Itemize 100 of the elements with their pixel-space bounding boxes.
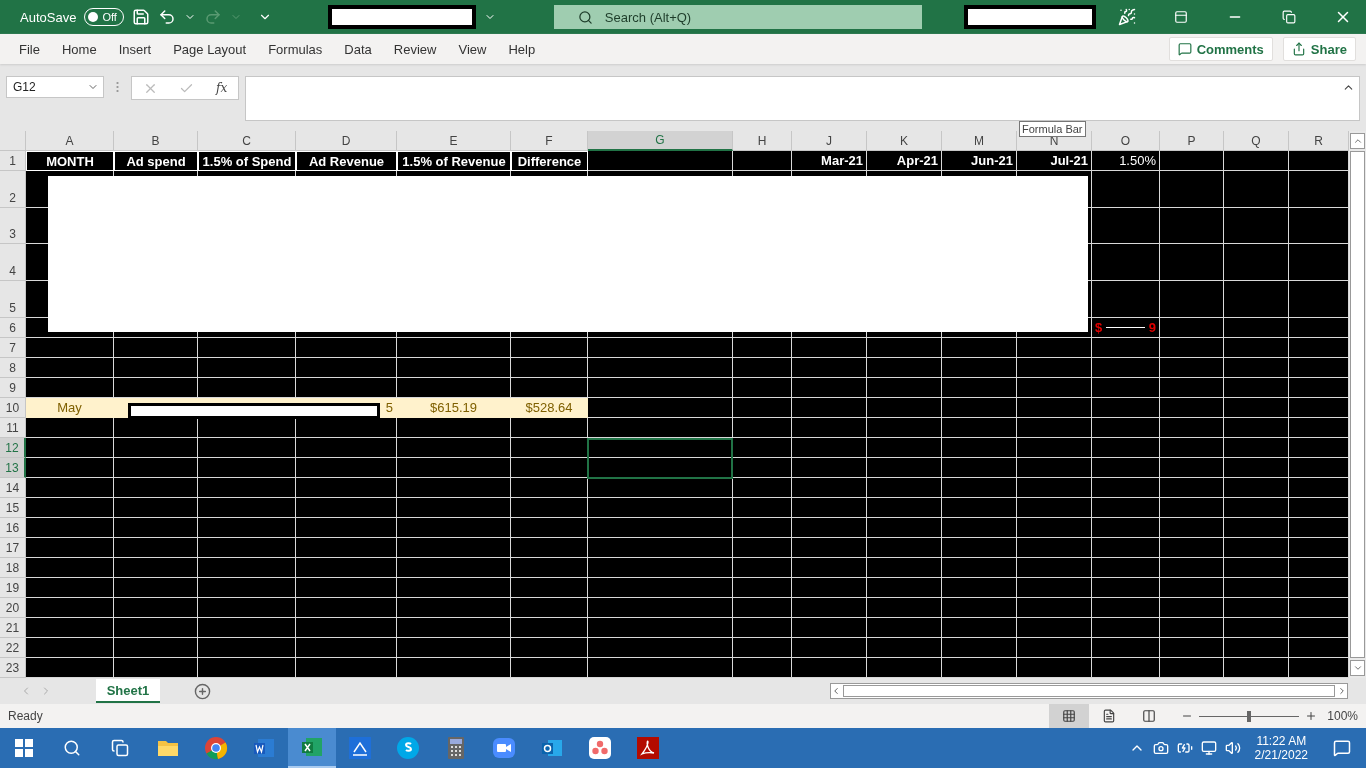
menu-tab[interactable]: Review	[382, 34, 448, 64]
normal-view-icon[interactable]	[1049, 704, 1090, 728]
column-header[interactable]: B	[114, 131, 198, 151]
column-header[interactable]: A	[26, 131, 114, 151]
row-header[interactable]: 1	[0, 151, 26, 171]
row-header[interactable]: 14	[0, 478, 26, 498]
grid-cell	[733, 518, 792, 538]
row-header[interactable]: 20	[0, 598, 26, 618]
column-header[interactable]: J	[792, 131, 867, 151]
menu-tab[interactable]: Page Layout	[162, 34, 258, 64]
row-header[interactable]: 15	[0, 498, 26, 518]
comments-button[interactable]: Comments	[1168, 37, 1273, 61]
grid-cell	[1092, 618, 1160, 638]
zoom-in-icon[interactable]	[1305, 710, 1318, 722]
insert-function-button[interactable]: fx	[216, 81, 228, 95]
menu-tab[interactable]: File	[8, 34, 51, 64]
column-header[interactable]: D	[296, 131, 397, 151]
row-header[interactable]: 9	[0, 378, 26, 398]
column-header[interactable]: Q	[1224, 131, 1289, 151]
grid-cell	[733, 558, 792, 578]
row-header[interactable]: 23	[0, 658, 26, 678]
column-header[interactable]: E	[397, 131, 511, 151]
row-header[interactable]: 2	[0, 171, 26, 208]
search-field[interactable]: Search (Alt+Q)	[553, 5, 922, 29]
grip-icon	[116, 81, 119, 93]
row-header[interactable]: 8	[0, 358, 26, 378]
grid-cell	[1224, 281, 1289, 318]
camera-icon[interactable]	[1152, 740, 1169, 756]
row-header[interactable]: 17	[0, 538, 26, 558]
row-header[interactable]: 13	[0, 458, 26, 478]
grid-cell	[1224, 398, 1289, 418]
add-sheet-icon[interactable]	[194, 682, 211, 700]
grid-cell	[1160, 398, 1224, 418]
grid-cell	[1160, 171, 1224, 208]
row-header[interactable]: 18	[0, 558, 26, 578]
grid-cell	[1092, 418, 1160, 438]
battery-icon[interactable]	[1176, 740, 1193, 756]
network-icon[interactable]	[1200, 740, 1217, 756]
formula-input[interactable]	[245, 76, 1360, 121]
column-header[interactable]: G	[588, 131, 733, 151]
row-header[interactable]: 4	[0, 244, 26, 281]
scroll-thumb[interactable]	[843, 685, 1335, 697]
share-button[interactable]: Share	[1282, 37, 1356, 61]
clock[interactable]: 11:22 AM 2/21/2022	[1254, 734, 1308, 762]
grid-cell	[1289, 598, 1349, 618]
row-header[interactable]: 12	[0, 438, 26, 458]
vertical-scrollbar[interactable]	[1349, 131, 1366, 678]
grid-cell	[1092, 498, 1160, 518]
scroll-down-button[interactable]	[1350, 660, 1365, 676]
scroll-up-button[interactable]	[1350, 133, 1365, 149]
row-header[interactable]: 7	[0, 338, 26, 358]
sheet-tab[interactable]: Sheet1	[96, 679, 160, 703]
grid-cell	[1224, 478, 1289, 498]
menu-tab[interactable]: Insert	[107, 34, 163, 64]
column-header[interactable]: O	[1092, 131, 1160, 151]
menu-tab[interactable]: Formulas	[257, 34, 334, 64]
save-icon[interactable]	[131, 8, 150, 26]
row-header[interactable]: 11	[0, 418, 26, 438]
grid-cell	[1289, 618, 1349, 638]
volume-icon[interactable]	[1224, 740, 1241, 756]
row-header[interactable]: 5	[0, 281, 26, 318]
row-header[interactable]: 10	[0, 398, 26, 418]
party-popper-icon[interactable]	[1118, 8, 1136, 26]
row-header[interactable]: 19	[0, 578, 26, 598]
row-header[interactable]: 6	[0, 318, 26, 338]
table-cell: MONTH	[26, 151, 114, 171]
row-header[interactable]: 22	[0, 638, 26, 658]
grid-cell	[1160, 558, 1224, 578]
column-header[interactable]: C	[198, 131, 296, 151]
column-header[interactable]: M	[942, 131, 1017, 151]
zoom-level[interactable]: 100%	[1327, 709, 1358, 723]
column-header[interactable]: K	[867, 131, 942, 151]
caret-icon	[1352, 663, 1363, 673]
row-header[interactable]: 21	[0, 618, 26, 638]
menu-tab[interactable]: Home	[50, 34, 108, 64]
browser-icon	[204, 736, 228, 760]
horizontal-scrollbar[interactable]	[830, 683, 1348, 699]
scroll-right-icon[interactable]	[1337, 686, 1347, 696]
column-header[interactable]: R	[1289, 131, 1349, 151]
row-header[interactable]: 3	[0, 208, 26, 244]
menu-tab[interactable]: Data	[333, 34, 383, 64]
row-header[interactable]: 16	[0, 518, 26, 538]
grid-cell	[733, 478, 792, 498]
name-box[interactable]: G12	[6, 76, 104, 98]
grid-cell	[1160, 338, 1224, 358]
undo-icon[interactable]	[157, 8, 176, 26]
grid-cell	[733, 578, 792, 598]
column-header[interactable]: H	[733, 131, 792, 151]
three-dots-app-icon	[588, 736, 612, 760]
menu-tab[interactable]: Help	[497, 34, 547, 64]
grid-cell	[1092, 244, 1160, 281]
grid-cell	[1224, 578, 1289, 598]
comment-icon	[1177, 42, 1192, 56]
grid-cell	[1160, 538, 1224, 558]
scroll-left-icon[interactable]	[831, 686, 841, 696]
column-header[interactable]: F	[511, 131, 588, 151]
scroll-thumb[interactable]	[1350, 151, 1365, 658]
grid-cell	[1224, 518, 1289, 538]
menu-tab[interactable]: View	[447, 34, 498, 64]
column-header[interactable]: P	[1160, 131, 1224, 151]
